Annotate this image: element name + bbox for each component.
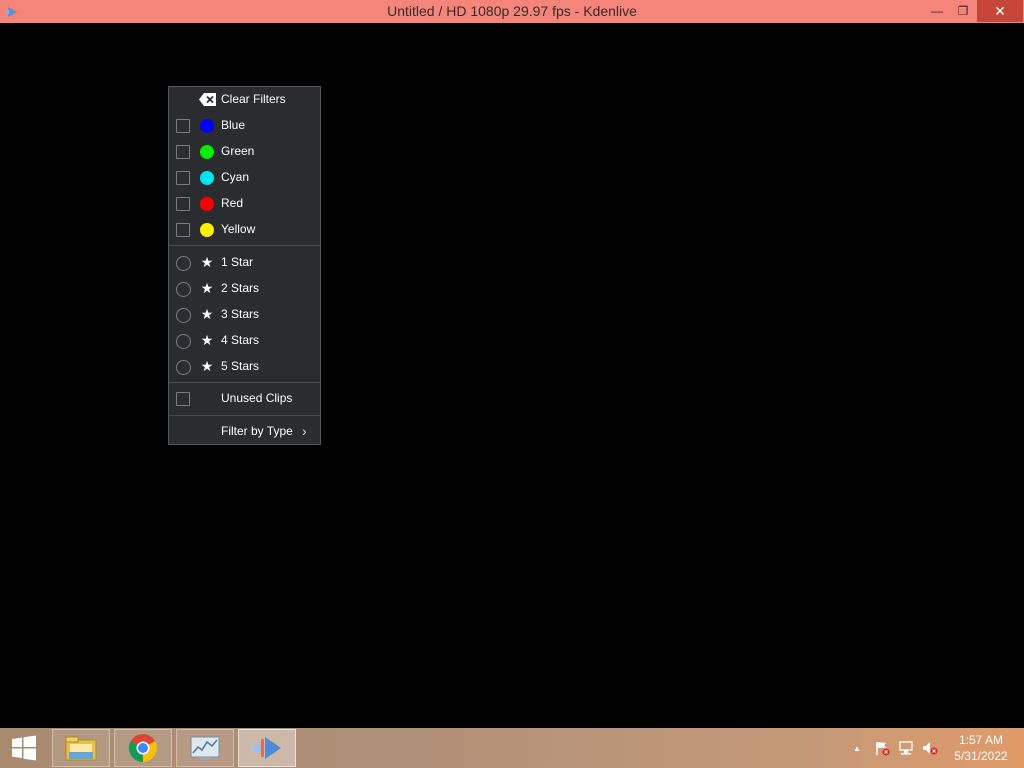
star-icon: ★ bbox=[200, 280, 214, 296]
performance-monitor-icon bbox=[190, 736, 220, 760]
checkbox[interactable] bbox=[176, 171, 190, 185]
cyan-color-dot-icon bbox=[200, 171, 214, 185]
checkbox[interactable] bbox=[176, 197, 190, 211]
taskbar-chrome[interactable] bbox=[114, 729, 172, 767]
taskbar: ▲ 1:57 AM 5/31/2022 bbox=[0, 728, 1024, 768]
taskbar-kdenlive[interactable] bbox=[238, 729, 296, 767]
checkbox[interactable] bbox=[176, 119, 190, 133]
color-filter-yellow[interactable]: Yellow bbox=[169, 217, 320, 243]
rating-label: 4 Stars bbox=[221, 333, 260, 347]
restore-button[interactable]: ❐ bbox=[948, 0, 978, 22]
show-hidden-icons-button[interactable]: ▲ bbox=[850, 728, 864, 768]
menu-separator bbox=[169, 382, 320, 383]
clock-time: 1:57 AM bbox=[958, 733, 1004, 747]
color-label: Green bbox=[221, 144, 255, 158]
color-filter-green[interactable]: Green bbox=[169, 139, 320, 165]
color-filter-red[interactable]: Red bbox=[169, 191, 320, 217]
radio-button[interactable] bbox=[176, 334, 191, 349]
blue-color-dot-icon bbox=[200, 119, 214, 133]
main-area bbox=[0, 23, 1024, 728]
yellow-color-dot-icon bbox=[200, 223, 214, 237]
color-label: Yellow bbox=[221, 222, 256, 236]
window-title: Untitled / HD 1080p 29.97 fps - Kdenlive bbox=[387, 3, 637, 19]
system-clock[interactable]: 1:57 AM 5/31/2022 bbox=[948, 732, 1014, 764]
color-label: Cyan bbox=[221, 170, 250, 184]
kdenlive-icon bbox=[253, 737, 281, 759]
color-filter-blue[interactable]: Blue bbox=[169, 113, 320, 139]
filter-by-type-item[interactable]: Filter by Type › bbox=[169, 419, 320, 445]
checkbox[interactable] bbox=[176, 223, 190, 237]
red-color-dot-icon bbox=[200, 197, 214, 211]
taskbar-file-explorer[interactable] bbox=[52, 729, 110, 767]
chevron-right-icon: › bbox=[302, 423, 307, 439]
clear-filters-item[interactable]: Clear Filters bbox=[169, 87, 320, 113]
chrome-icon bbox=[129, 734, 157, 762]
star-icon: ★ bbox=[200, 332, 214, 348]
radio-button[interactable] bbox=[176, 256, 191, 271]
green-color-dot-icon bbox=[200, 145, 214, 159]
network-icon[interactable] bbox=[896, 728, 916, 768]
color-label: Red bbox=[221, 196, 244, 210]
windows-logo-icon bbox=[12, 735, 36, 761]
rating-label: 1 Star bbox=[221, 255, 254, 269]
clear-filters-label: Clear Filters bbox=[221, 92, 286, 106]
rating-filter-3-stars[interactable]: ★ 3 Stars bbox=[169, 302, 320, 328]
checkbox[interactable] bbox=[176, 145, 190, 159]
start-button[interactable] bbox=[0, 728, 48, 768]
radio-button[interactable] bbox=[176, 360, 191, 375]
unused-clips-label: Unused Clips bbox=[221, 391, 293, 405]
rating-label: 3 Stars bbox=[221, 307, 260, 321]
rating-filter-5-stars[interactable]: ★ 5 Stars bbox=[169, 354, 320, 380]
unused-clips-item[interactable]: Unused Clips bbox=[169, 386, 320, 412]
filter-by-type-label: Filter by Type bbox=[221, 424, 293, 438]
rating-filter-2-stars[interactable]: ★ 2 Stars bbox=[169, 276, 320, 302]
taskbar-performance-monitor[interactable] bbox=[176, 729, 234, 767]
menu-separator bbox=[169, 245, 320, 246]
title-bar: Untitled / HD 1080p 29.97 fps - Kdenlive… bbox=[0, 0, 1024, 23]
action-center-flag-icon[interactable] bbox=[872, 728, 892, 768]
filter-menu: Clear Filters Blue Green Cyan Red Yellow… bbox=[168, 86, 321, 445]
star-icon: ★ bbox=[200, 254, 214, 270]
star-icon: ★ bbox=[200, 358, 214, 374]
file-explorer-icon bbox=[65, 736, 97, 761]
color-filter-cyan[interactable]: Cyan bbox=[169, 165, 320, 191]
menu-separator bbox=[169, 415, 320, 416]
color-label: Blue bbox=[221, 118, 246, 132]
star-icon: ★ bbox=[200, 306, 214, 322]
rating-filter-4-stars[interactable]: ★ 4 Stars bbox=[169, 328, 320, 354]
checkbox[interactable] bbox=[176, 392, 190, 406]
radio-button[interactable] bbox=[176, 308, 191, 323]
rating-filter-1-star[interactable]: ★ 1 Star bbox=[169, 250, 320, 276]
clock-date: 5/31/2022 bbox=[954, 749, 1008, 763]
rating-label: 2 Stars bbox=[221, 281, 260, 295]
rating-label: 5 Stars bbox=[221, 359, 260, 373]
clear-backspace-icon bbox=[199, 93, 216, 106]
radio-button[interactable] bbox=[176, 282, 191, 297]
close-button[interactable]: ✕ bbox=[977, 0, 1023, 22]
volume-muted-icon[interactable] bbox=[920, 728, 940, 768]
